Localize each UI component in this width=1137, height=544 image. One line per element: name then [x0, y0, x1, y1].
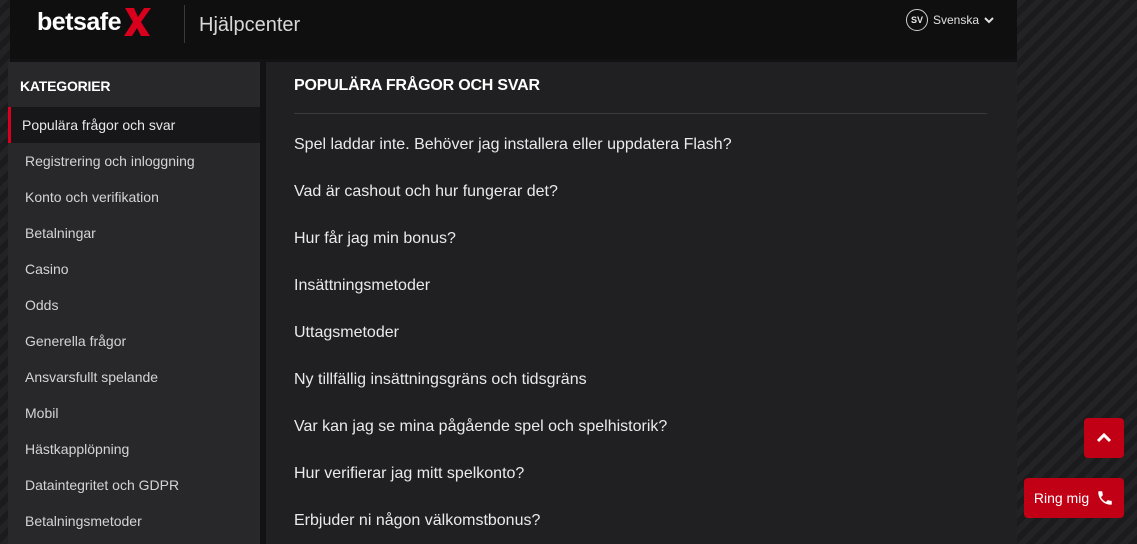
page: betsafe Hjälpcenter SV Svenska KATEGORIE…: [8, 0, 1017, 544]
header-divider: [184, 5, 185, 43]
faq-item[interactable]: Ny tillfällig insättningsgräns och tidsg…: [294, 365, 732, 412]
logo-x-icon: [124, 8, 152, 36]
sidebar-item-dataintegritet[interactable]: Dataintegritet och GDPR: [8, 467, 260, 503]
sidebar-item-ansvarsfullt[interactable]: Ansvarsfullt spelande: [8, 359, 260, 395]
language-selector[interactable]: SV Svenska: [906, 9, 994, 31]
page-title: Hjälpcenter: [199, 14, 301, 36]
faq-item[interactable]: Var kan jag se mina pågående spel och sp…: [294, 412, 732, 459]
sidebar-item-betalningsmetoder[interactable]: Betalningsmetoder: [8, 503, 260, 539]
category-sidebar: KATEGORIER Populära frågor och svar Regi…: [8, 62, 260, 544]
logo-text: betsafe: [37, 7, 122, 36]
language-label: Svenska: [933, 13, 980, 27]
title-divider: [294, 113, 987, 114]
sidebar-item-generella[interactable]: Generella frågor: [8, 323, 260, 359]
faq-item[interactable]: Spel laddar inte. Behöver jag installera…: [294, 130, 732, 177]
faq-item[interactable]: Insättningsmetoder: [294, 271, 732, 318]
faq-item[interactable]: Vad är cashout och hur fungerar det?: [294, 177, 732, 224]
call-me-button[interactable]: Ring mig: [1024, 478, 1124, 518]
faq-item[interactable]: Uttagsmetoder: [294, 318, 732, 365]
sidebar-item-registrering[interactable]: Registrering och inloggning: [8, 143, 260, 179]
category-list: Populära frågor och svar Registrering oc…: [8, 107, 260, 539]
phone-icon: [1098, 491, 1112, 505]
faq-item[interactable]: Hur får jag min bonus?: [294, 224, 732, 271]
sidebar-item-populara[interactable]: Populära frågor och svar: [8, 107, 260, 143]
sidebar-heading: KATEGORIER: [20, 78, 111, 94]
sidebar-item-odds[interactable]: Odds: [8, 287, 260, 323]
faq-content: POPULÄRA FRÅGOR OCH SVAR Spel laddar int…: [266, 62, 1017, 544]
sidebar-item-konto[interactable]: Konto och verifikation: [8, 179, 260, 215]
header: betsafe Hjälpcenter SV Svenska: [10, 0, 1017, 59]
faq-list: Spel laddar inte. Behöver jag installera…: [294, 130, 732, 544]
sidebar-item-mobil[interactable]: Mobil: [8, 395, 260, 431]
faq-item[interactable]: Erbjuder ni någon välkomstbonus?: [294, 506, 732, 544]
sidebar-item-betalningar[interactable]: Betalningar: [8, 215, 260, 251]
language-code-badge: SV: [906, 9, 928, 31]
call-me-label: Ring mig: [1033, 490, 1090, 506]
chevron-up-icon: [1096, 432, 1112, 443]
sidebar-item-hastkapplopning[interactable]: Hästkapplöpning: [8, 431, 260, 467]
chevron-down-icon: [984, 17, 994, 24]
scroll-to-top-button[interactable]: [1084, 418, 1124, 458]
faq-item[interactable]: Hur verifierar jag mitt spelkonto?: [294, 459, 732, 506]
betsafe-logo[interactable]: betsafe: [37, 5, 152, 39]
section-title: POPULÄRA FRÅGOR OCH SVAR: [294, 77, 540, 94]
sidebar-item-casino[interactable]: Casino: [8, 251, 260, 287]
